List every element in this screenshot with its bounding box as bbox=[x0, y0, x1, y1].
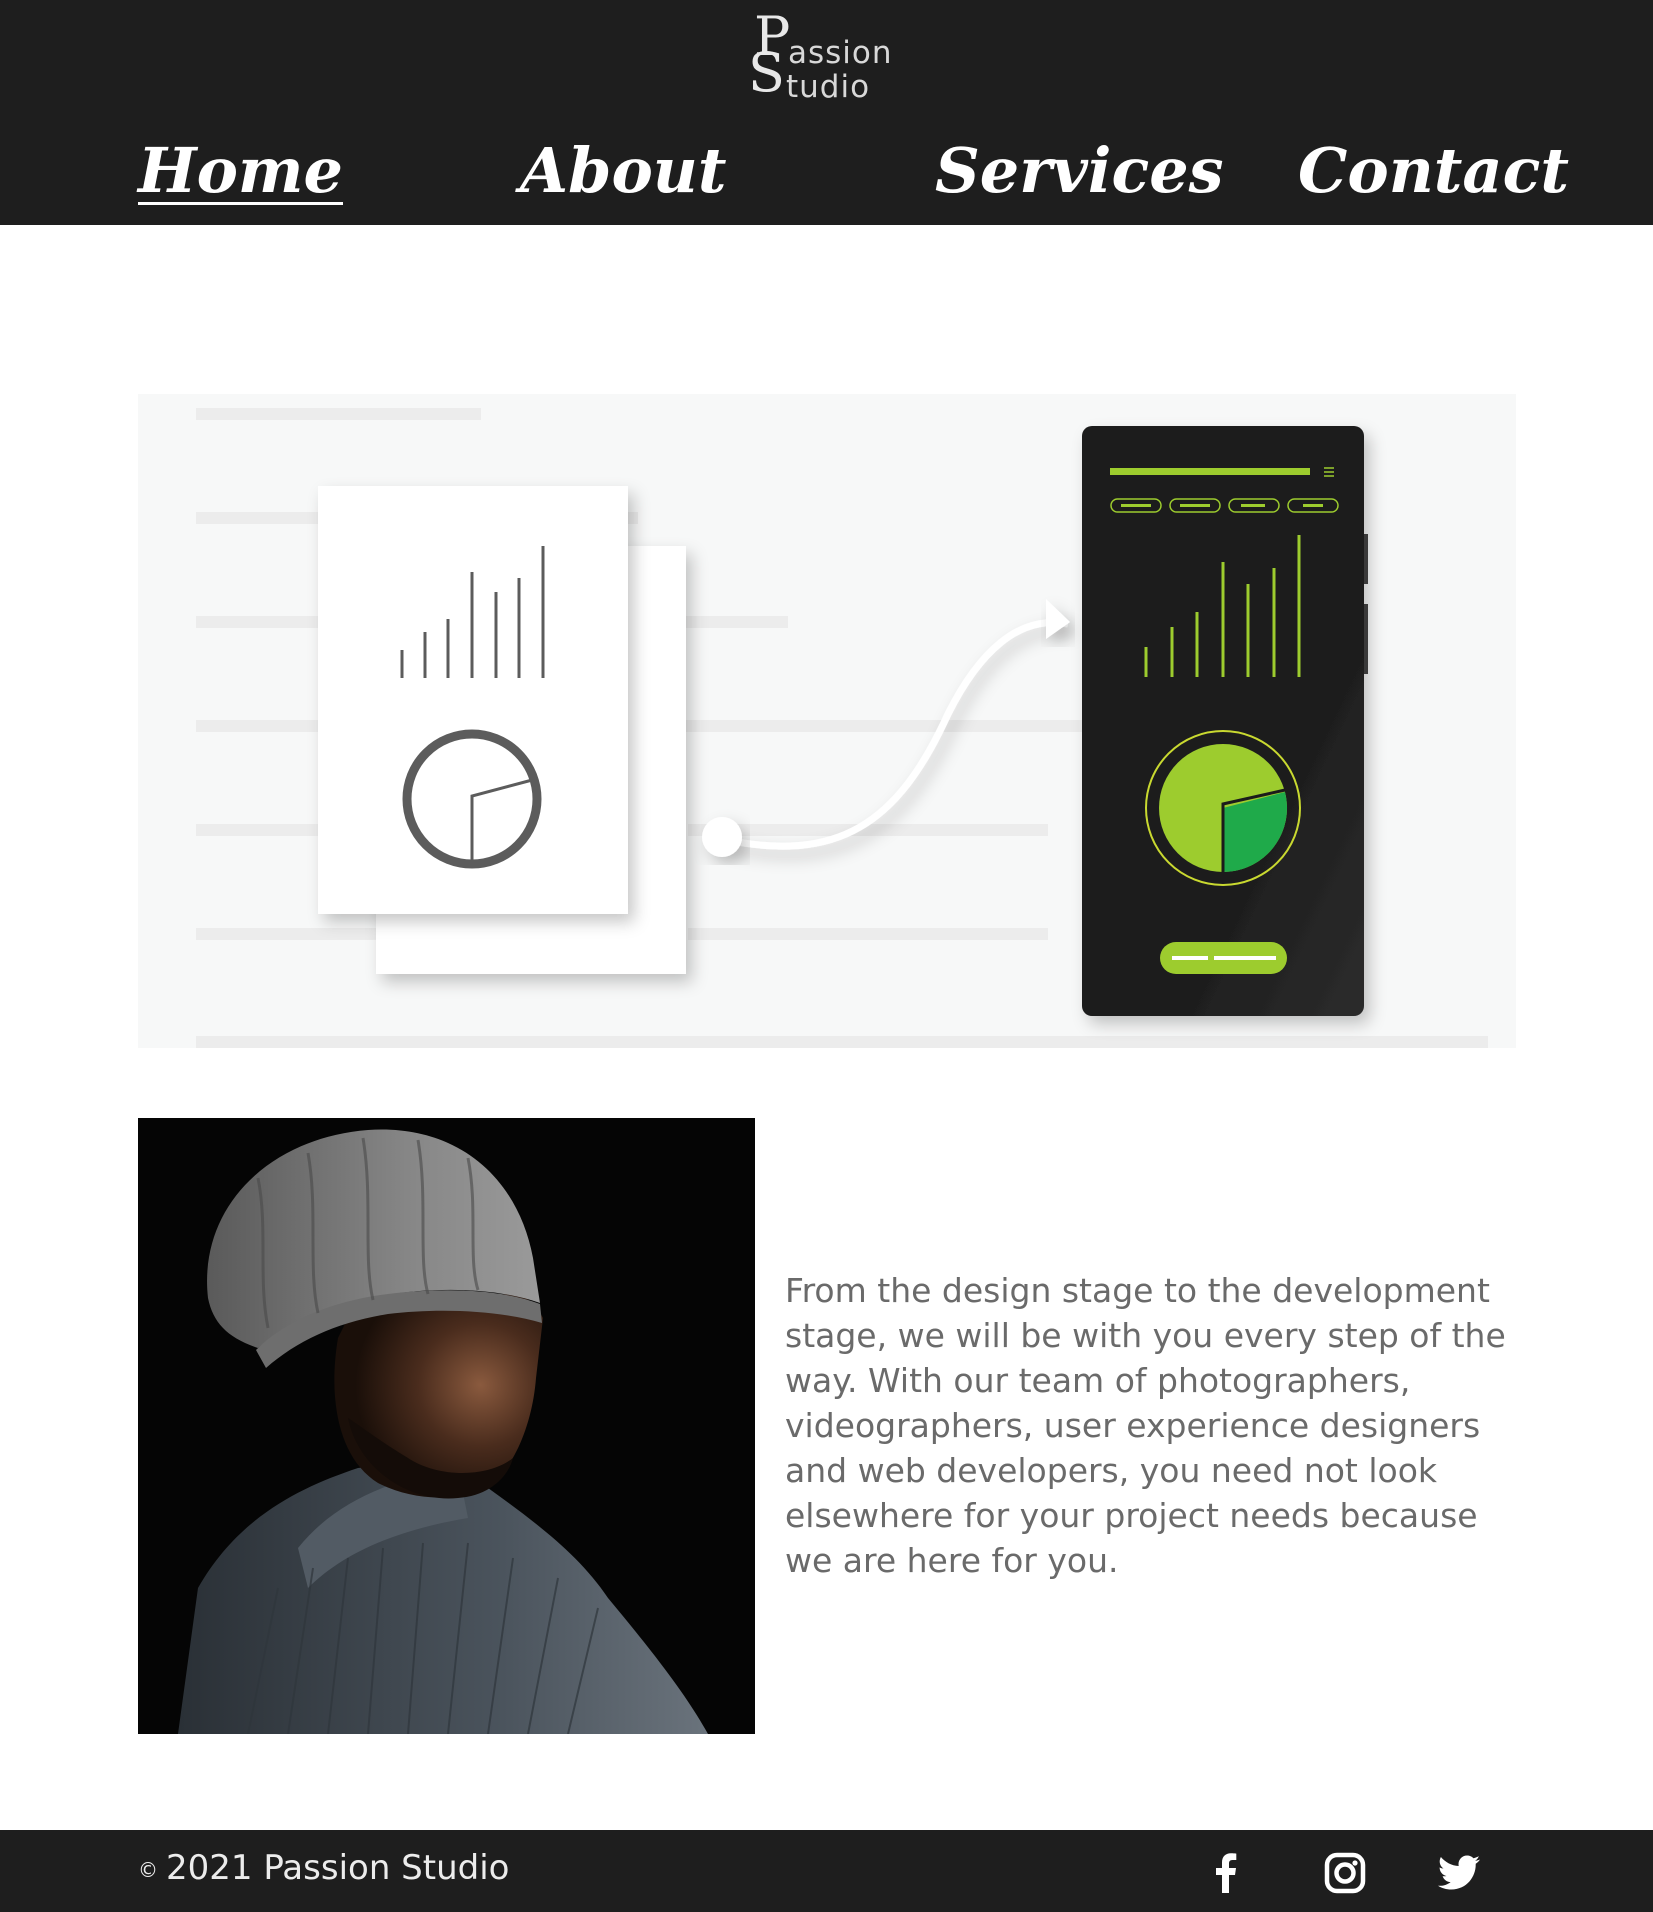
nav-services-link[interactable]: Services bbox=[935, 140, 1224, 202]
nav-about-link[interactable]: About bbox=[520, 140, 727, 202]
nav-home-link[interactable]: Home bbox=[138, 140, 343, 205]
instagram-icon[interactable] bbox=[1320, 1848, 1370, 1898]
connector-arrowhead bbox=[1046, 599, 1070, 639]
copyright: © 2021 Passion Studio bbox=[138, 1848, 509, 1888]
passion-studio-logo[interactable]: P assion S tudio bbox=[748, 8, 908, 108]
hero-illustration bbox=[138, 394, 1516, 1048]
team-portrait-photo bbox=[138, 1118, 755, 1734]
logo-word-tudio: tudio bbox=[786, 69, 871, 105]
facebook-icon[interactable] bbox=[1201, 1848, 1251, 1898]
site-header: P assion S tudio Home About Services Con… bbox=[0, 0, 1653, 225]
copyright-text: 2021 Passion Studio bbox=[166, 1848, 510, 1888]
twitter-icon[interactable] bbox=[1434, 1848, 1484, 1898]
connector-curve bbox=[721, 619, 1069, 850]
connector-dot bbox=[702, 817, 742, 857]
site-footer: © 2021 Passion Studio bbox=[0, 1830, 1653, 1912]
copyright-symbol: © bbox=[138, 1857, 158, 1882]
phone-header-bar bbox=[1110, 468, 1310, 475]
about-paragraph: From the design stage to the development… bbox=[785, 1271, 1506, 1580]
logo-word-assion: assion bbox=[788, 35, 893, 71]
logo-initial-s: S bbox=[748, 41, 785, 104]
nav-contact-link[interactable]: Contact bbox=[1298, 140, 1569, 202]
phone-device bbox=[1082, 426, 1364, 1016]
